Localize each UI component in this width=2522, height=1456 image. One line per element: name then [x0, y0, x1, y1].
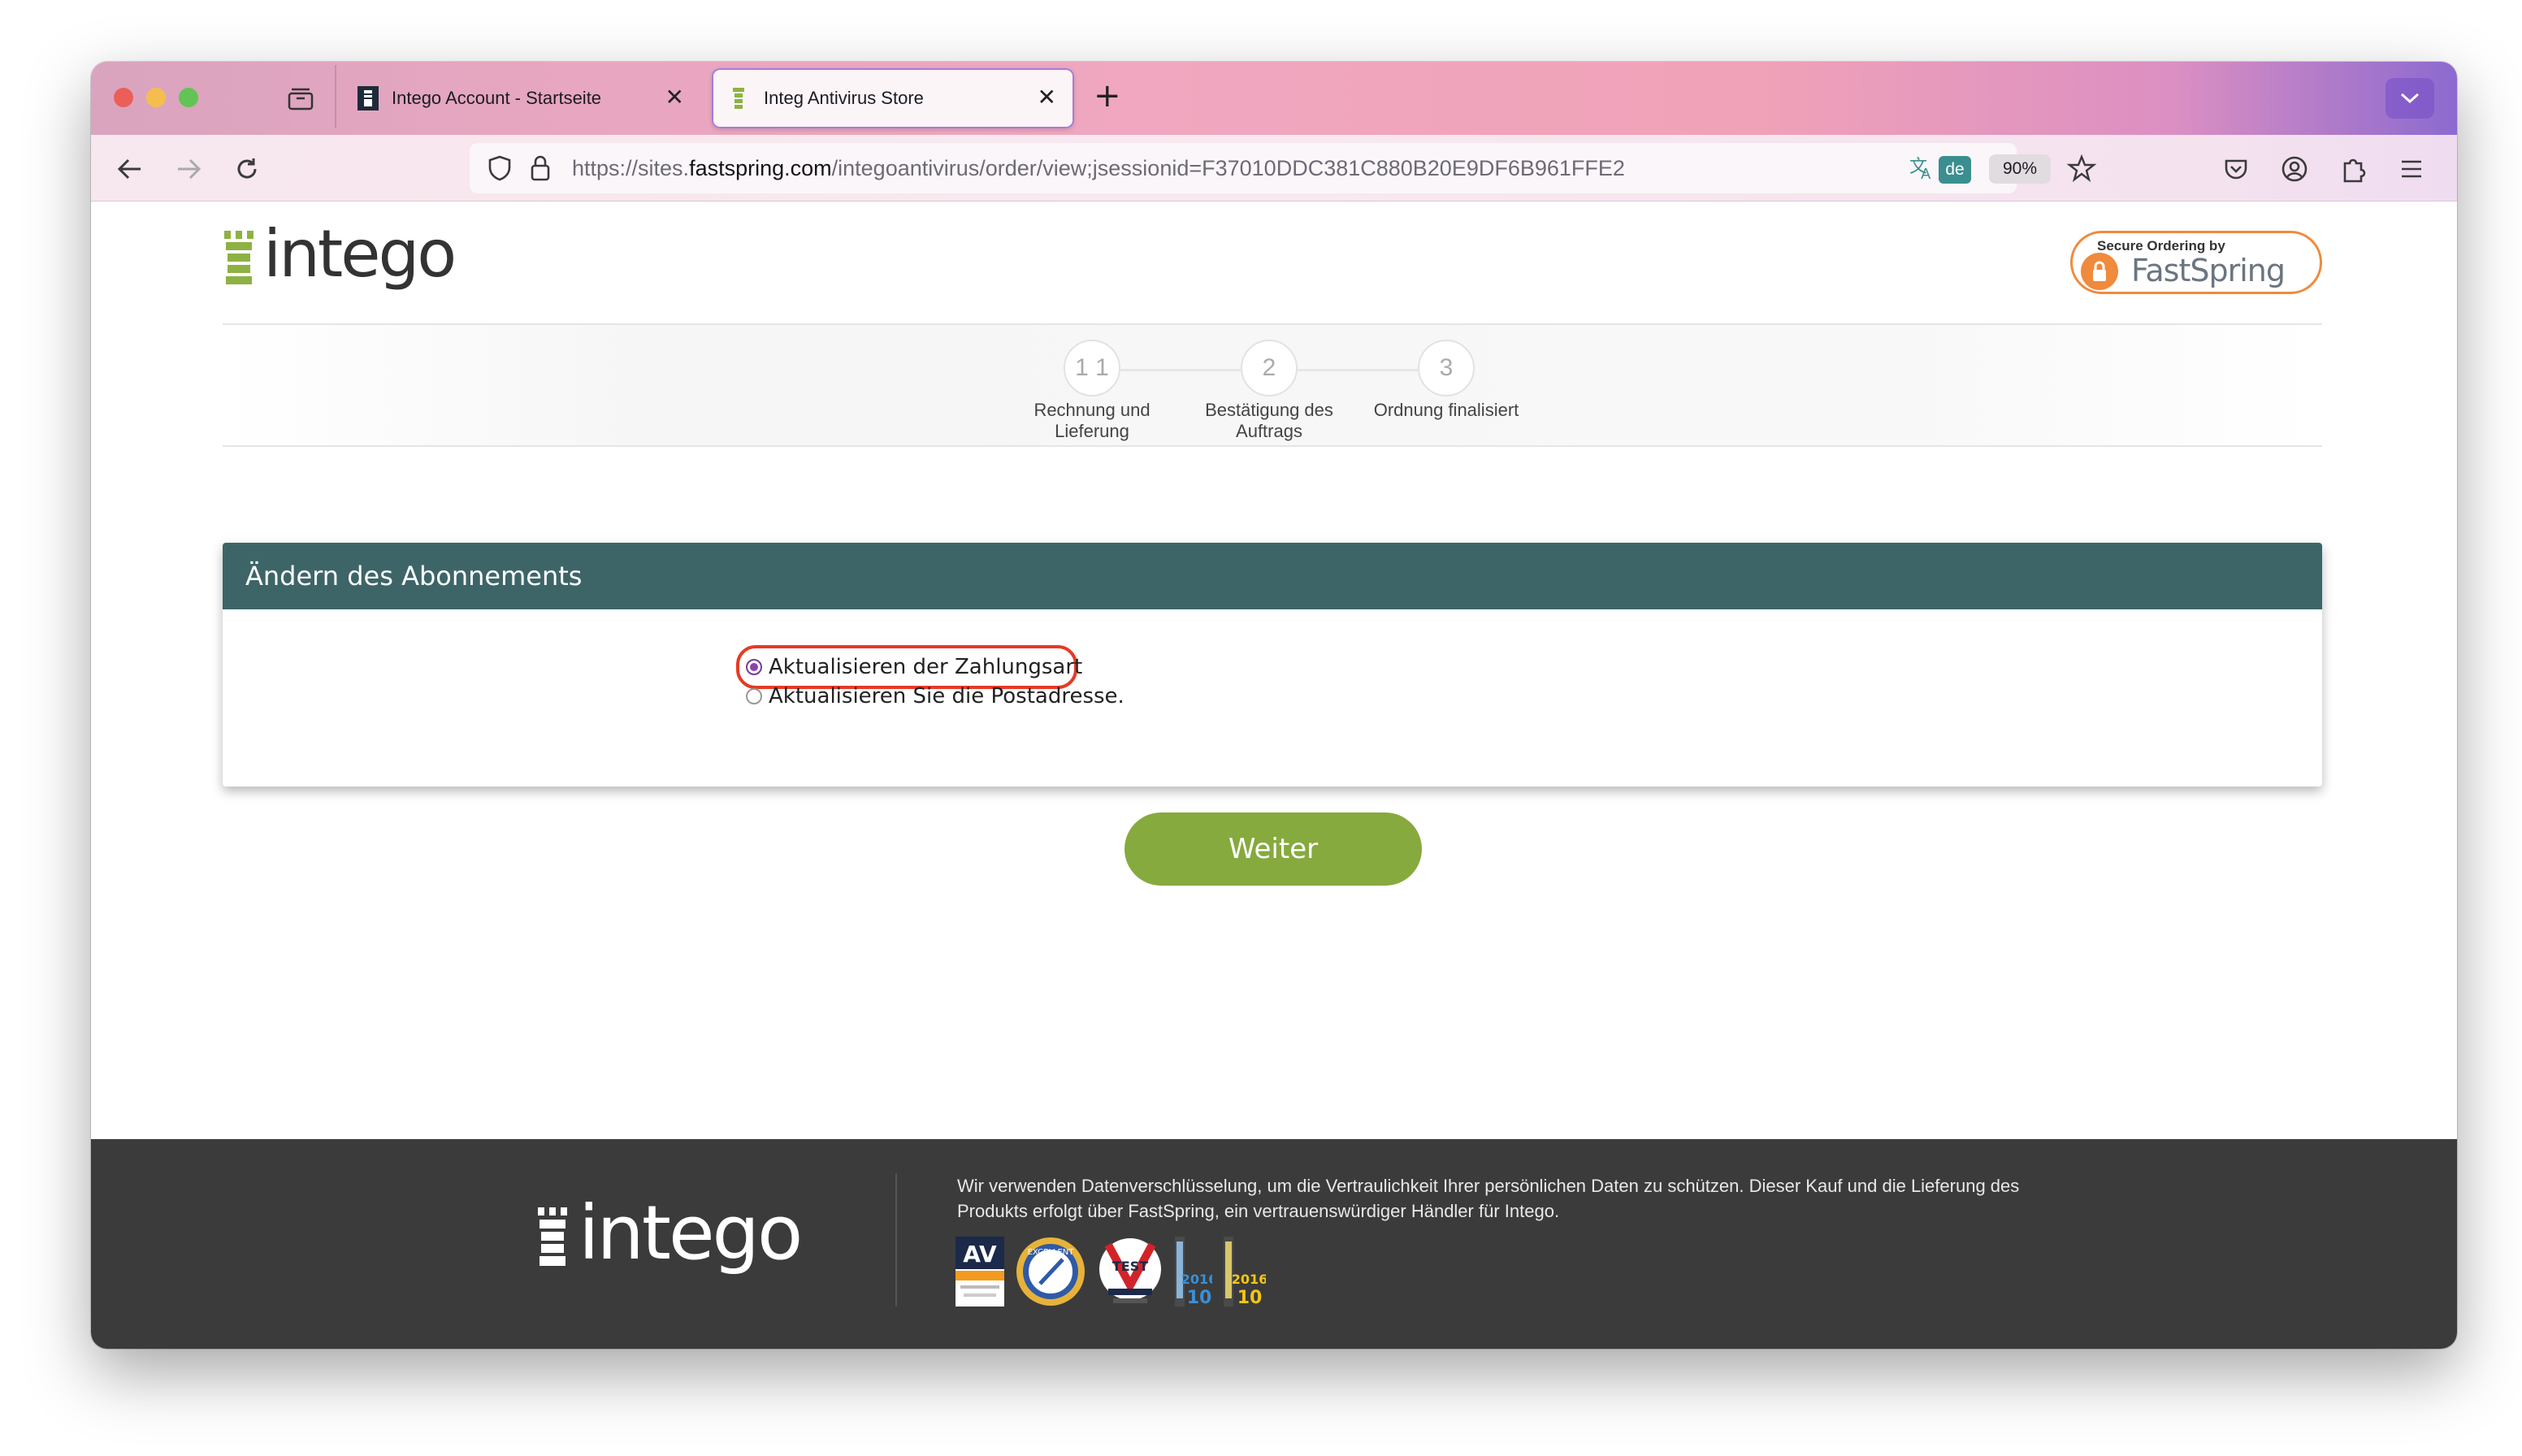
translate-icon[interactable]: 文A — [1908, 154, 1937, 185]
url-path: /integoantivirus/order/view;jsessionid=F… — [831, 156, 1625, 180]
radio-update-payment-method[interactable] — [746, 659, 762, 675]
tab-title: Intego Account - Startseite — [392, 88, 602, 108]
tophat-2016-badge-2: 2016 10 — [1224, 1237, 1266, 1306]
continue-button[interactable]: Weiter — [1124, 812, 1422, 886]
step-3-circle: 3 — [1418, 340, 1475, 396]
zoom-window-button[interactable] — [179, 88, 198, 107]
footer-security-text: Wir verwenden Datenverschlüsselung, um d… — [957, 1176, 2020, 1221]
zoom-level-indicator[interactable]: 90% — [1989, 154, 2051, 184]
menu-hamburger-icon[interactable] — [2394, 151, 2429, 187]
tab-separator — [335, 65, 336, 128]
intego-logo-text: intego — [263, 216, 457, 292]
tab-close-icon[interactable]: ✕ — [1038, 86, 1056, 109]
url-bar[interactable]: https://sites.fastspring.com/integoantiv… — [470, 143, 2097, 193]
certification-badges: AV EXCELLENT TEST 2016 10 — [956, 1237, 1266, 1306]
option-label: Aktualisieren der Zahlungsart — [769, 655, 1083, 679]
browser-window: Intego Account - Startseite ✕ Integ Anti… — [91, 62, 2457, 1349]
excellent-seal-badge: EXCELLENT — [1016, 1237, 1085, 1306]
step-connector — [1119, 369, 1241, 371]
new-tab-plus-icon[interactable]: + — [1094, 80, 1121, 112]
translation-language-badge[interactable]: de — [1939, 156, 1971, 184]
fastspring-wordmark: FastSpring — [2131, 253, 2286, 288]
av-comparatives-badge: AV — [956, 1237, 1004, 1306]
svg-text:AV: AV — [963, 1241, 997, 1268]
step-2-label: Bestätigung des Auftrags — [1205, 400, 1333, 441]
intego-tower-icon — [538, 1207, 567, 1266]
intego-tower-icon — [224, 231, 254, 284]
page-footer: intego Wir verwenden Datenverschlüsselun… — [91, 1139, 2457, 1349]
padlock-icon[interactable] — [530, 154, 551, 185]
svg-text:2016: 2016 — [1181, 1272, 1212, 1287]
step-1-label: Rechnung und Lieferung — [1034, 400, 1150, 441]
tab-strip: Intego Account - Startseite ✕ Integ Anti… — [91, 62, 2457, 135]
footer-logo-text: intego — [578, 1190, 803, 1276]
tab-overview-icon[interactable] — [283, 81, 318, 117]
back-arrow-icon[interactable] — [112, 151, 148, 187]
svg-text:TEST: TEST — [1112, 1259, 1148, 1274]
tracking-protection-shield-icon[interactable] — [488, 154, 512, 185]
svg-text:EXCELLENT: EXCELLENT — [1028, 1248, 1075, 1257]
pocket-icon[interactable] — [2218, 151, 2254, 187]
av-test-badge: TEST — [1099, 1238, 1161, 1303]
reload-icon[interactable] — [229, 151, 265, 187]
tab-integ-antivirus-store[interactable]: Integ Antivirus Store ✕ — [712, 68, 1074, 128]
step-1-circle: 1 1 — [1064, 340, 1120, 396]
svg-text:A: A — [1921, 166, 1931, 182]
navigation-toolbar: https://sites.fastspring.com/integoantiv… — [91, 135, 2457, 202]
panel-title: Ändern des Abonnements — [223, 543, 2322, 609]
checkout-progress-steps: 1 1 Rechnung und Lieferung 2 Bestätigung… — [223, 323, 2322, 447]
footer-intego-logo: intego — [536, 1190, 803, 1276]
intego-logo[interactable]: intego — [223, 216, 457, 292]
tab-title: Integ Antivirus Store — [764, 88, 924, 108]
fastspring-lock-icon — [2081, 253, 2118, 290]
step-3-label: Ordnung finalisiert — [1373, 400, 1519, 420]
minimize-window-button[interactable] — [146, 88, 166, 107]
step-connector — [1296, 369, 1418, 371]
url-domain: fastspring.com — [689, 156, 832, 180]
extensions-puzzle-icon[interactable] — [2335, 151, 2371, 187]
svg-text:2016: 2016 — [1232, 1272, 1266, 1287]
step-2-circle: 2 — [1241, 340, 1298, 396]
intego-favicon-icon — [358, 86, 379, 110]
list-all-tabs-chevron-down-icon[interactable] — [2386, 78, 2434, 119]
option-update-postal-address[interactable]: Aktualisieren Sie die Postadresse. — [746, 684, 1124, 708]
svg-text:10: 10 — [1237, 1288, 1263, 1306]
footer-divider — [895, 1173, 897, 1306]
url-prefix: https://sites. — [572, 156, 690, 180]
tab-close-icon[interactable]: ✕ — [665, 86, 684, 109]
option-update-payment-method[interactable]: Aktualisieren der Zahlungsart — [746, 655, 1082, 679]
tophat-2016-badge-1: 2016 10 — [1175, 1237, 1212, 1306]
secure-ordering-caption: Secure Ordering by — [2097, 238, 2225, 254]
secure-ordering-fastspring-badge: Secure Ordering by FastSpring — [2070, 231, 2322, 294]
forward-arrow-icon[interactable] — [171, 151, 206, 187]
web-page: intego Secure Ordering by FastSpring 1 1… — [91, 202, 2457, 1349]
option-label: Aktualisieren Sie die Postadresse. — [769, 684, 1124, 708]
tab-intego-account[interactable]: Intego Account - Startseite ✕ — [340, 68, 702, 128]
bookmark-star-icon[interactable] — [2066, 154, 2097, 185]
radio-update-postal-address[interactable] — [746, 688, 762, 704]
svg-text:10: 10 — [1187, 1288, 1212, 1306]
intego-green-favicon-icon — [730, 86, 751, 110]
close-window-button[interactable] — [114, 88, 133, 107]
url-text[interactable]: https://sites.fastspring.com/integoantiv… — [572, 156, 1625, 181]
account-icon[interactable] — [2277, 151, 2312, 187]
change-subscription-panel: Ändern des Abonnements Aktualisieren der… — [223, 543, 2322, 786]
